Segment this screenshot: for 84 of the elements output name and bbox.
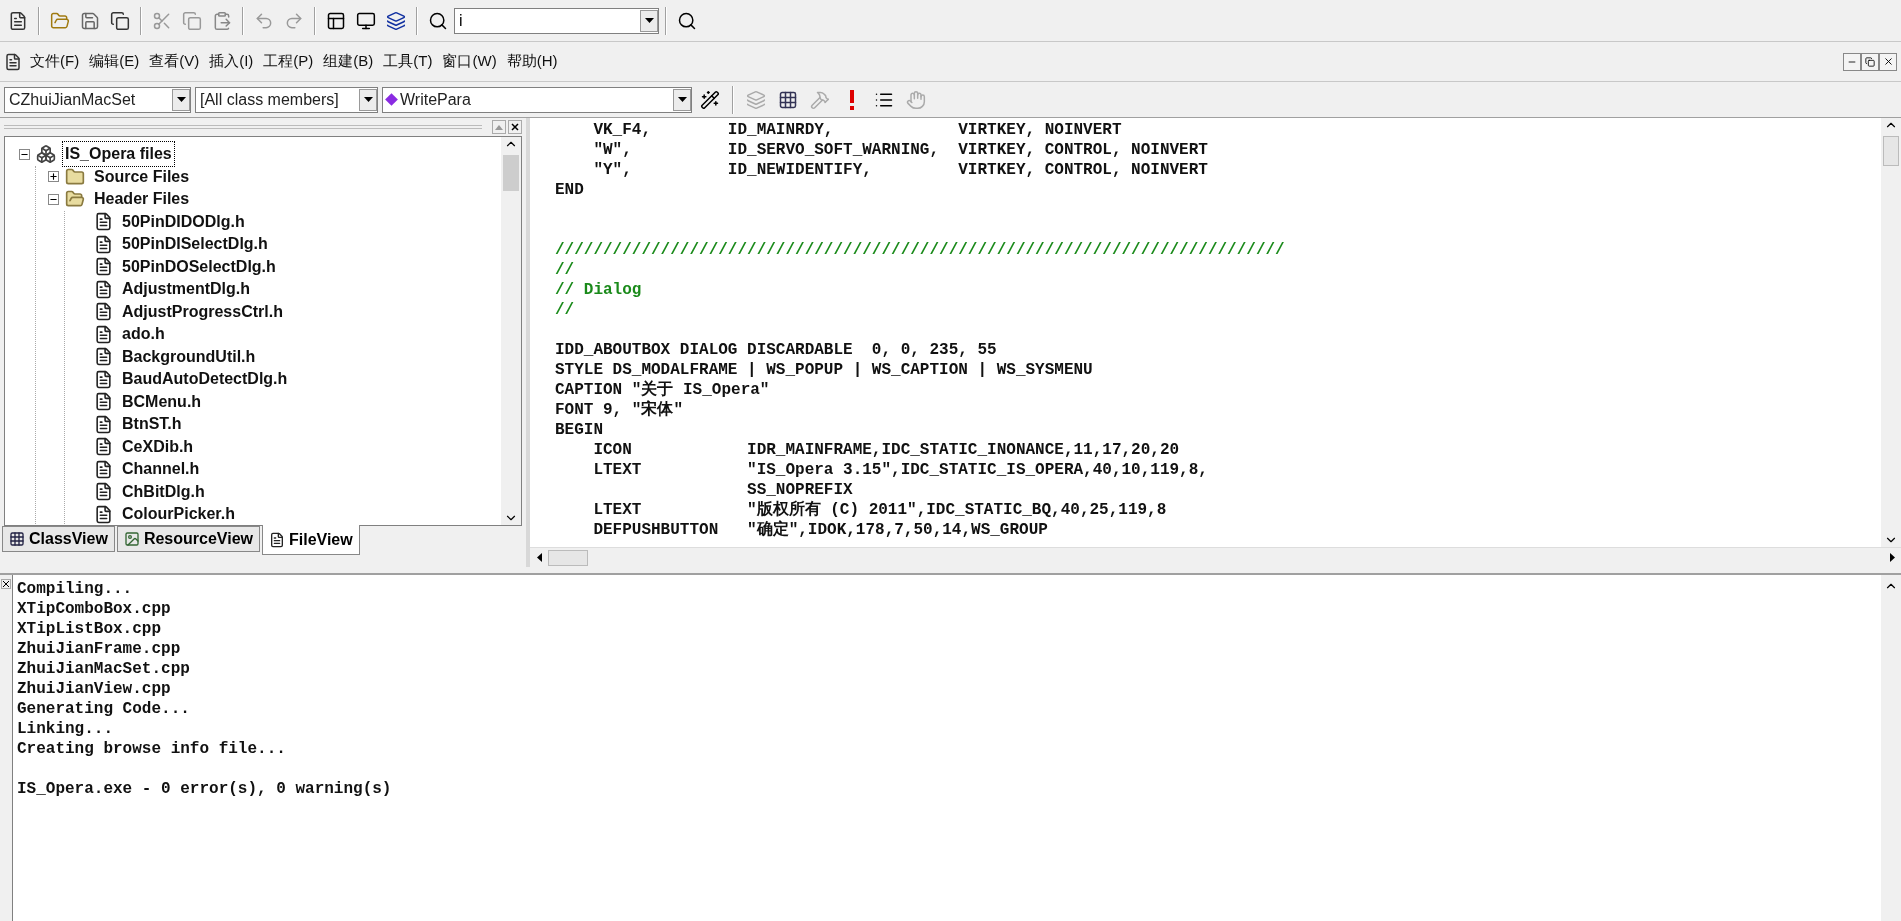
code-comment: // Dialog — [555, 280, 643, 300]
document-icon — [94, 347, 113, 367]
restore-icon — [1865, 56, 1875, 67]
tree-toggle[interactable] — [19, 148, 30, 160]
horizontal-scrollbar[interactable] — [530, 547, 1901, 567]
menu-item[interactable]: 编辑(E) — [89, 50, 140, 73]
class-view-icon — [9, 531, 25, 547]
output-line: Linking... — [17, 719, 114, 739]
code-line: "W", ID_SERVO_SOFT_WARNING, VIRTKEY, CONTROL, NOINVERT — [592, 140, 1209, 160]
code-comment: // — [555, 300, 576, 320]
output-line: ZhuiJianView.cpp — [17, 679, 172, 699]
document-icon — [94, 437, 113, 457]
output-line: XTipComboBox.cpp — [17, 599, 172, 619]
document-icon — [94, 302, 113, 322]
close-icon — [1882, 56, 1894, 67]
output-line: IS_Opera.exe - 0 error(s), 0 warning(s) — [17, 779, 393, 799]
output-line: ZhuiJianMacSet.cpp — [17, 659, 191, 679]
workspace-tab[interactable]: FileView — [261, 525, 360, 555]
menu-item[interactable]: 帮助(H) — [506, 50, 558, 73]
scrollbar[interactable] — [1881, 118, 1901, 547]
member-dropdown[interactable]: WritePara — [382, 86, 692, 113]
scroll-thumb[interactable] — [548, 549, 588, 566]
output-line: XTipListBox.cpp — [17, 619, 163, 639]
menu-item[interactable]: 工程(P) — [263, 50, 314, 73]
code-line: END — [555, 180, 585, 200]
find-combo[interactable]: i — [454, 7, 659, 34]
scrollbar[interactable] — [501, 137, 521, 525]
code-line: BEGIN — [555, 420, 604, 440]
menu-item[interactable]: 插入(I) — [209, 50, 254, 73]
menu-item[interactable]: 文件(F) — [30, 50, 80, 73]
document-icon — [94, 392, 113, 412]
close-button[interactable] — [1879, 52, 1897, 71]
scroll-left-icon[interactable] — [536, 553, 542, 562]
file-view-icon — [268, 531, 285, 548]
output-line: Compiling... — [17, 579, 134, 599]
document-icon — [94, 482, 113, 502]
code-line: LTEXT "版权所有 (C) 2011",IDC_STATIC_BQ,40,25,119,8 — [592, 500, 1168, 520]
code-line: "Y", ID_NEWIDENTIFY, VIRTKEY, CONTROL, NOINVERT — [592, 160, 1209, 180]
document-icon — [94, 212, 113, 232]
code-line: FONT 9, "宋体" — [555, 400, 684, 420]
resource-view-icon — [123, 531, 140, 547]
scroll-right-icon[interactable] — [1889, 553, 1895, 562]
code-comment: //////////////////////////////////////////////////////////////////////////// — [555, 240, 1286, 260]
document-icon — [94, 369, 113, 389]
tree-item[interactable]: IS_Opera files — [62, 141, 175, 168]
code-line: SS_NOPREFIX — [746, 480, 854, 500]
class-dropdown[interactable]: CZhuiJianMacSet — [4, 86, 191, 113]
restore-button[interactable] — [1861, 52, 1879, 71]
project-icon — [36, 144, 56, 165]
menu-item[interactable]: 工具(T) — [383, 50, 433, 73]
document-icon — [94, 414, 113, 434]
code-line: CAPTION "关于 IS_Opera" — [555, 380, 771, 400]
document-icon — [94, 459, 113, 479]
code-line: IDD_ABOUTBOX DIALOG DISCARDABLE 0, 0, 235, 55 — [555, 340, 998, 360]
document-icon — [94, 324, 113, 344]
document-icon — [94, 504, 113, 524]
document-icon — [4, 52, 22, 71]
close-icon[interactable] — [508, 120, 522, 134]
plus-icon — [49, 172, 58, 182]
document-icon — [94, 234, 113, 254]
scroll-thumb[interactable] — [1883, 136, 1899, 166]
tree-toggle[interactable] — [48, 193, 59, 205]
code-line: VK_F4, ID_MAINRDY, VIRTKEY, NOINVERT — [592, 120, 1123, 140]
tree-toggle[interactable] — [48, 171, 59, 183]
menu-item[interactable]: 查看(V) — [149, 50, 200, 73]
code-line: DEFPUSHBUTTON "确定",IDOK,178,7,50,14,WS_GROUP — [592, 520, 1049, 540]
menu-item[interactable]: 组建(B) — [323, 50, 374, 73]
code-comment: // — [555, 260, 576, 280]
output-line: Creating browse info file... — [17, 739, 287, 759]
document-icon — [94, 257, 113, 277]
filter-dropdown[interactable]: [All class members] — [195, 86, 378, 113]
output-line: Generating Code... — [17, 699, 191, 719]
close-icon[interactable] — [1, 579, 11, 589]
code-line: STYLE DS_MODALFRAME | WS_POPUP | WS_CAPTION | WS_SYSMENU — [555, 360, 1094, 380]
code-line: LTEXT "IS_Opera 3.15",IDC_STATIC_IS_OPERA,40,10,119,8, — [592, 460, 1209, 480]
scroll-thumb[interactable] — [503, 155, 519, 191]
folder-icon — [65, 166, 85, 187]
code-line: ICON IDR_MAINFRAME,IDC_STATIC_INONANCE,11,17,20,20 — [592, 440, 1181, 460]
workspace-tab[interactable]: ResourceView — [116, 526, 260, 552]
menu-item[interactable]: 窗口(W) — [442, 50, 497, 73]
scrollbar[interactable] — [1881, 575, 1901, 921]
document-icon — [94, 279, 113, 299]
output-line: ZhuiJianFrame.cpp — [17, 639, 182, 659]
workspace-tab[interactable]: ClassView — [2, 526, 115, 552]
